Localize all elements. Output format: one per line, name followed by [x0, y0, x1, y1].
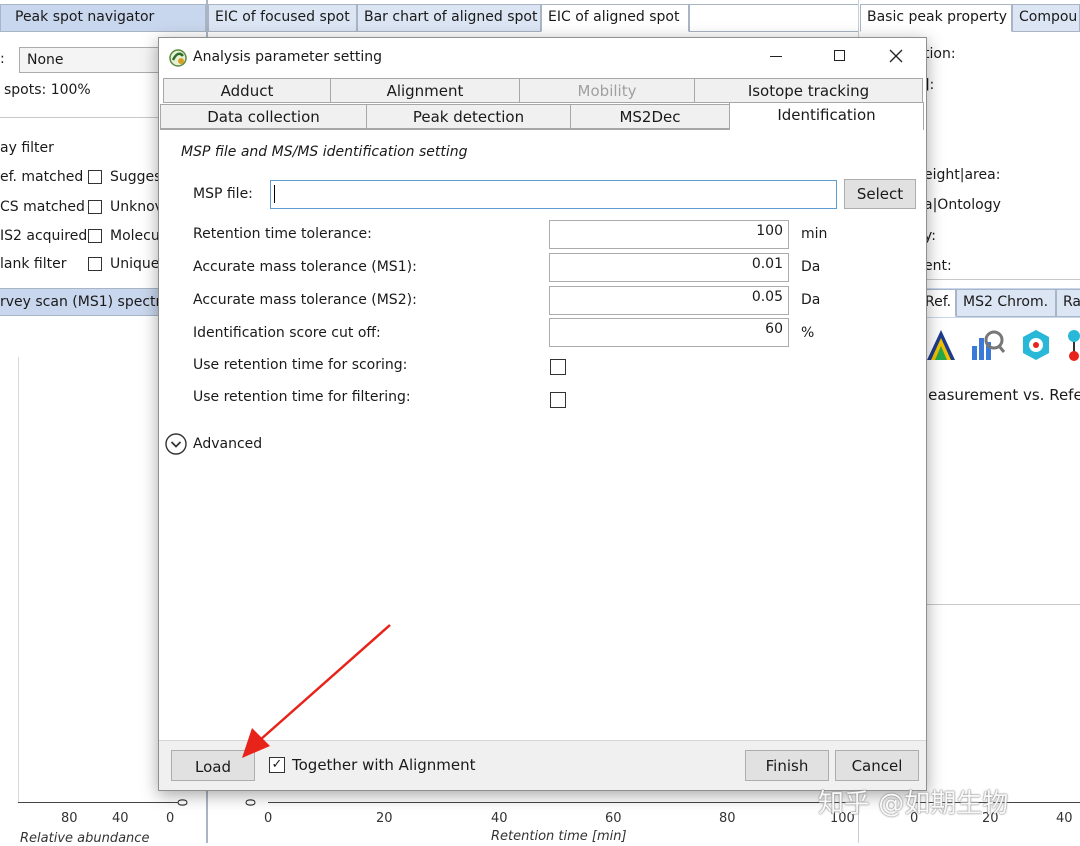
section-title: MSP file and MS/MS identification settin…: [181, 144, 468, 160]
filter-suggested-label: Sugges: [110, 169, 162, 185]
advanced-expander[interactable]: Advanced: [165, 433, 285, 457]
eic-x-axis: [268, 802, 858, 803]
right-separator: [924, 279, 1080, 280]
filter-ref-matched-label: ef. matched: [0, 169, 84, 185]
right-label-1: tion:: [924, 46, 956, 62]
tab-raw[interactable]: Ra: [1056, 289, 1080, 317]
survey-xtick-40: 40: [112, 811, 129, 826]
tab-strip-blank: [689, 4, 859, 32]
right-plot-divider: [924, 604, 1080, 605]
close-icon[interactable]: [889, 49, 903, 63]
tab-ref[interactable]: Ref.: [924, 289, 956, 317]
eic-xtick-0: 0: [264, 811, 273, 826]
spots-percent: spots: 100%: [4, 82, 91, 98]
filter-ccs-matched-label: CS matched: [0, 199, 85, 215]
dialog-title: Analysis parameter setting: [193, 49, 383, 65]
eic-xlabel: Retention time [min]: [491, 829, 627, 844]
filter-unknown-checkbox[interactable]: [88, 200, 102, 214]
finish-button[interactable]: Finish: [745, 750, 829, 781]
tab-alignment[interactable]: Alignment: [330, 78, 520, 103]
right-label-3: eight|area:: [924, 167, 1001, 183]
survey-ytick-0: 0: [176, 798, 192, 807]
chevron-down-circle-icon: [165, 433, 187, 455]
tab-bar-chart-aligned-spot[interactable]: Bar chart of aligned spot: [357, 4, 541, 32]
text-cursor: [274, 185, 275, 203]
score-cutoff-label: Identification score cut off:: [193, 325, 381, 341]
tab-ms2-chrom[interactable]: MS2 Chrom.: [956, 289, 1056, 317]
cancel-button[interactable]: Cancel: [835, 750, 919, 781]
filter-blank-label: lank filter: [0, 256, 67, 272]
tab-isotope-tracking[interactable]: Isotope tracking: [694, 78, 923, 103]
spot-combo-value: None: [27, 52, 64, 68]
tab-identification[interactable]: Identification: [729, 102, 924, 130]
tab-adduct[interactable]: Adduct: [163, 78, 331, 103]
tab-eic-focused-spot[interactable]: EIC of focused spot: [208, 4, 357, 32]
rt-tolerance-unit: min: [801, 226, 828, 242]
left-separator: [0, 117, 160, 118]
ms1-tolerance-unit: Da: [801, 259, 821, 275]
eic-xtick-40: 40: [491, 811, 508, 826]
eic-xtick-80: 80: [719, 811, 736, 826]
survey-x-axis: [18, 802, 178, 803]
score-cutoff-unit: %: [801, 325, 815, 341]
tab-eic-aligned-spot[interactable]: EIC of aligned spot: [541, 4, 689, 32]
ms2-tolerance-input[interactable]: 0.05: [549, 286, 789, 315]
rt-tolerance-input[interactable]: 100: [549, 220, 789, 249]
rt-scoring-label: Use retention time for scoring:: [193, 357, 408, 373]
ms2-tolerance-unit: Da: [801, 292, 821, 308]
right-label-6: ent:: [924, 258, 952, 274]
molecule-hexagon-icon[interactable]: [1020, 328, 1052, 362]
red-annotation-arrow: [242, 624, 391, 758]
network-node-icon[interactable]: [1064, 328, 1080, 362]
msp-file-input[interactable]: [270, 180, 837, 209]
left-label-prefix: :: [0, 51, 5, 67]
select-button[interactable]: Select: [844, 179, 916, 209]
eic-xtick-20: 20: [376, 811, 393, 826]
msp-file-label: MSP file:: [193, 186, 253, 202]
tab-mobility[interactable]: Mobility: [519, 78, 695, 103]
tab-compound[interactable]: Compou: [1012, 4, 1080, 32]
tab-data-collection[interactable]: Data collection: [160, 104, 367, 129]
rt-filtering-label: Use retention time for filtering:: [193, 389, 411, 405]
rt-scoring-checkbox[interactable]: [550, 359, 566, 375]
chart-zoom-icon[interactable]: [970, 328, 1006, 362]
tab-peak-spot-navigator[interactable]: Peak spot navigator: [0, 4, 206, 32]
watermark-text: 知乎 @如期生物: [818, 789, 1009, 819]
eic-xtick-60: 60: [605, 811, 622, 826]
survey-xtick-80: 80: [61, 811, 78, 826]
maximize-icon[interactable]: [834, 50, 845, 61]
advanced-label: Advanced: [193, 436, 263, 452]
tab-ms2dec[interactable]: MS2Dec: [570, 104, 730, 129]
filter-molecular-label: Molecu: [110, 228, 160, 244]
survey-xlabel: Relative abundance: [20, 831, 150, 846]
right-label-4: a|Ontology: [924, 197, 1001, 213]
filter-unknown-label: Unknov: [110, 199, 163, 215]
filter-unique-checkbox[interactable]: [88, 257, 102, 271]
filter-unique-label: Unique: [110, 256, 160, 272]
ms1-tolerance-input[interactable]: 0.01: [549, 253, 789, 282]
spot-combo[interactable]: None: [19, 47, 169, 73]
measurement-vs-reference-title: leasurement vs. Refe: [924, 386, 1080, 404]
tab-basic-peak-property[interactable]: Basic peak property: [860, 4, 1012, 32]
app-logo-icon: [169, 49, 187, 67]
survey-plot-frame: [18, 357, 19, 802]
right-xtick-40: 40: [1056, 811, 1073, 826]
minimize-icon[interactable]: [770, 56, 782, 57]
survey-xtick-0: 0: [166, 811, 175, 826]
tab-peak-detection[interactable]: Peak detection: [366, 104, 571, 129]
filter-ms2-acquired-label: IS2 acquired: [0, 228, 88, 244]
ms2-tolerance-label: Accurate mass tolerance (MS2):: [193, 292, 417, 308]
filter-ref-matched-right-checkbox[interactable]: [88, 170, 102, 184]
eic-ytick-0: 0: [244, 798, 260, 807]
rt-tolerance-label: Retention time tolerance:: [193, 226, 372, 242]
dialog-titlebar: Analysis parameter setting: [159, 38, 926, 76]
peak-shape-icon[interactable]: [925, 326, 957, 362]
ms1-tolerance-label: Accurate mass tolerance (MS1):: [193, 259, 417, 275]
tab-content-border: [160, 129, 729, 130]
rt-filtering-checkbox[interactable]: [550, 392, 566, 408]
display-filter-label: ay filter: [0, 140, 54, 156]
filter-molecular-checkbox[interactable]: [88, 229, 102, 243]
score-cutoff-input[interactable]: 60: [549, 318, 789, 347]
